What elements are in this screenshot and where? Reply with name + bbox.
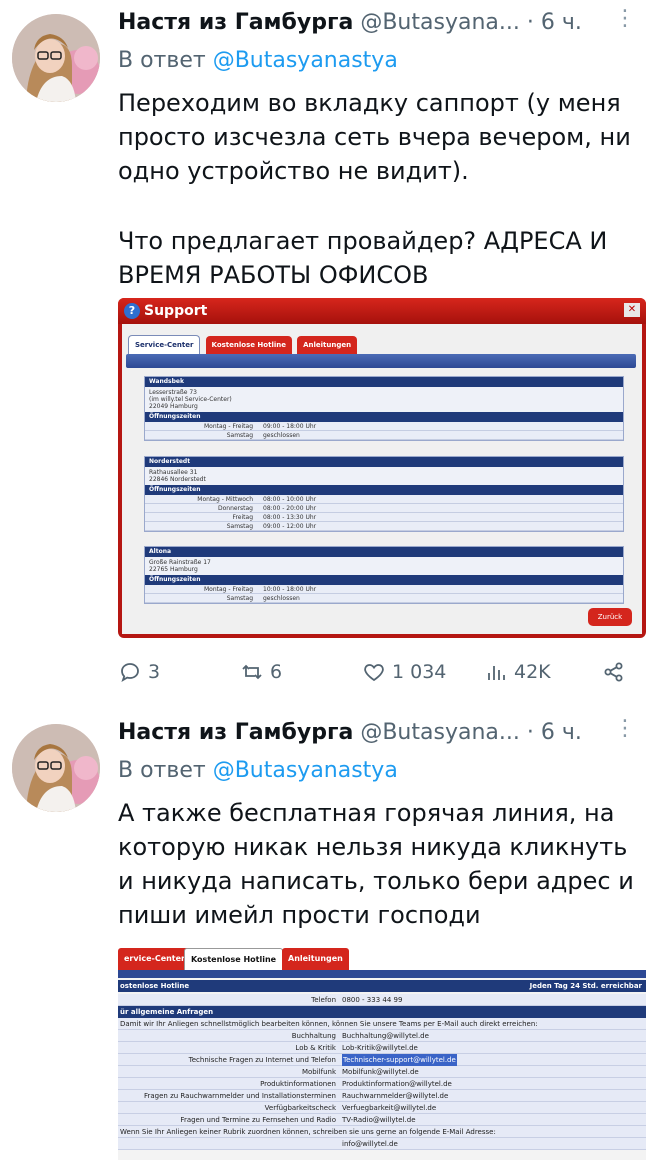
views-icon <box>488 666 505 680</box>
tab-anleitungen: Anleitungen <box>297 336 358 354</box>
heart-icon <box>364 664 384 682</box>
hours-row: Montag - Freitag 10:00 - 18:00 Uhr <box>145 585 623 594</box>
tweet-header: Настя из Гамбурга @Butasyana... · 6 ч. <box>118 10 582 35</box>
close-icon: ✕ <box>624 303 640 317</box>
tweet-header: Настя из Гамбурга @Butasyana... · 6 ч. <box>118 720 582 745</box>
hours-row: Samstag geschlossen <box>145 594 623 603</box>
more-options-icon[interactable]: ⋮ <box>614 718 636 740</box>
tab-hotline: Kostenlose Hotline <box>184 948 284 970</box>
author-name[interactable]: Настя из Гамбурга <box>118 720 353 745</box>
reply-button[interactable]: 3 <box>118 660 160 684</box>
more-options-icon[interactable]: ⋮ <box>614 8 636 30</box>
reply-context: В ответ @Butasyanastya <box>118 48 398 73</box>
office-address: Rathausallee 31 22846 Norderstedt <box>145 467 623 485</box>
reply-prefix: В ответ <box>118 758 206 783</box>
office-name: Altona <box>145 547 623 557</box>
office-altona: Altona Große Rainstraße 17 22765 Hamburg… <box>144 546 624 604</box>
hours-row: Samstag geschlossen <box>145 431 623 440</box>
hours-row: Donnerstag 08:00 - 20:00 Uhr <box>145 504 623 513</box>
author-handle[interactable]: @Butasyana... <box>360 720 520 745</box>
reply-icon <box>121 663 139 682</box>
reply-mention[interactable]: @Butasyanastya <box>213 758 398 783</box>
like-button[interactable]: 1 034 <box>362 660 446 684</box>
tab-hotline: Kostenlose Hotline <box>205 336 292 354</box>
avatar-image <box>12 724 100 812</box>
hotline-window-image[interactable]: ervice-Center Kostenlose Hotline Anleitu… <box>118 942 646 1160</box>
author-name[interactable]: Настя из Гамбурга <box>118 10 353 35</box>
contact-row: Fragen zu Rauchwarnmelder und Installati… <box>118 1090 646 1102</box>
contact-row: Mobilfunk Mobilfunk@willytel.de <box>118 1066 646 1078</box>
tab-row: Service-Center Kostenlose Hotline Anleit… <box>128 332 634 355</box>
help-icon: ? <box>124 303 140 319</box>
tweet-text: А также бесплатная горячая линия, на кот… <box>118 799 634 929</box>
reply-prefix: В ответ <box>118 48 206 73</box>
avatar[interactable] <box>12 724 100 812</box>
tab-service-center: Service-Center <box>128 335 201 355</box>
contact-row: Produktinformationen Produktinformation@w… <box>118 1078 646 1090</box>
avatar[interactable] <box>12 14 100 102</box>
footer-note-row: Wenn Sie Ihr Anliegen keiner Rubrik zuor… <box>118 1126 646 1138</box>
tab-service-center: ervice-Center <box>118 948 192 970</box>
hours-row: Freitag 08:00 - 13:30 Uhr <box>145 513 623 522</box>
hours-label: Öffnungszeiten <box>145 575 623 585</box>
hours-row: Samstag 09:00 - 12:00 Uhr <box>145 522 623 531</box>
action-bar: 3 6 1 034 42K <box>118 660 638 684</box>
timestamp[interactable]: · 6 ч. <box>527 10 582 35</box>
reply-count: 3 <box>148 661 161 683</box>
retweet-count: 6 <box>270 661 283 683</box>
tweet-text: Переходим во вкладку саппорт (у меня про… <box>118 89 631 185</box>
reply-mention[interactable]: @Butasyanastya <box>213 48 398 73</box>
phone-row: Telefon 0800 - 333 44 99 <box>118 994 646 1006</box>
contact-row: Verfügbarkeitscheck Verfuegbarkeit@willyt… <box>118 1102 646 1114</box>
views-count: 42K <box>514 661 551 683</box>
hotline-header: ostenlose Hotline Jeden Tag 24 Std. erre… <box>118 980 646 992</box>
office-norderstedt: Norderstedt Rathausallee 31 22846 Norder… <box>144 456 624 532</box>
office-wandsbek: Wandsbek Lesserstraße 73 (im willy.tel S… <box>144 376 624 441</box>
office-name: Wandsbek <box>145 377 623 387</box>
tab-strip <box>118 970 646 978</box>
share-button[interactable] <box>602 660 626 684</box>
retweet-icon <box>242 664 262 680</box>
views-button[interactable]: 42K <box>484 660 551 684</box>
timestamp[interactable]: · 6 ч. <box>527 720 582 745</box>
avatar-image <box>12 14 100 102</box>
window-body: Service-Center Kostenlose Hotline Anleit… <box>122 324 642 634</box>
office-address: Große Rainstraße 17 22765 Hamburg <box>145 557 623 575</box>
tab-strip <box>126 354 636 368</box>
tweet-1: Настя из Гамбурга @Butasyana... · 6 ч. ⋮… <box>0 0 650 700</box>
hours-label: Öffnungszeiten <box>145 485 623 495</box>
tweet-text-2: Что предлагает провайдер? АДРЕСА И ВРЕМЯ… <box>118 227 608 289</box>
window-title-bar: ? Support ✕ <box>118 298 646 324</box>
contact-row: Lob & Kritik Lob-Kritik@willytel.de <box>118 1042 646 1054</box>
contact-row: Fragen und Termine zu Fernsehen und Radi… <box>118 1114 646 1126</box>
window-title: Support <box>144 303 208 319</box>
back-button: Zurück <box>588 608 632 626</box>
reply-context: В ответ @Butasyanastya <box>118 758 398 783</box>
tab-anleitungen: Anleitungen <box>282 948 349 970</box>
contact-row: Buchhaltung Buchhaltung@willytel.de <box>118 1030 646 1042</box>
retweet-button[interactable]: 6 <box>240 660 282 684</box>
section-header: ür allgemeine Anfragen <box>118 1006 646 1018</box>
office-address: Lesserstraße 73 (im willy.tel Service-Ce… <box>145 387 623 412</box>
share-icon <box>604 662 623 682</box>
hours-label: Öffnungszeiten <box>145 412 623 422</box>
like-count: 1 034 <box>392 661 447 683</box>
hours-row: Montag - Freitag 09:00 - 18:00 Uhr <box>145 422 623 431</box>
support-window-image[interactable]: ? Support ✕ Service-Center Kostenlose Ho… <box>118 298 646 638</box>
hours-row: Montag - Mittwoch 08:00 - 10:00 Uhr <box>145 495 623 504</box>
contact-row: Technische Fragen zu Internet und Telefo… <box>118 1054 646 1066</box>
author-handle[interactable]: @Butasyana... <box>360 10 520 35</box>
footer-email-row: info@willytel.de <box>118 1138 646 1150</box>
intro-row: Damit wir Ihr Anliegen schnellstmöglich … <box>118 1018 646 1030</box>
office-name: Norderstedt <box>145 457 623 467</box>
